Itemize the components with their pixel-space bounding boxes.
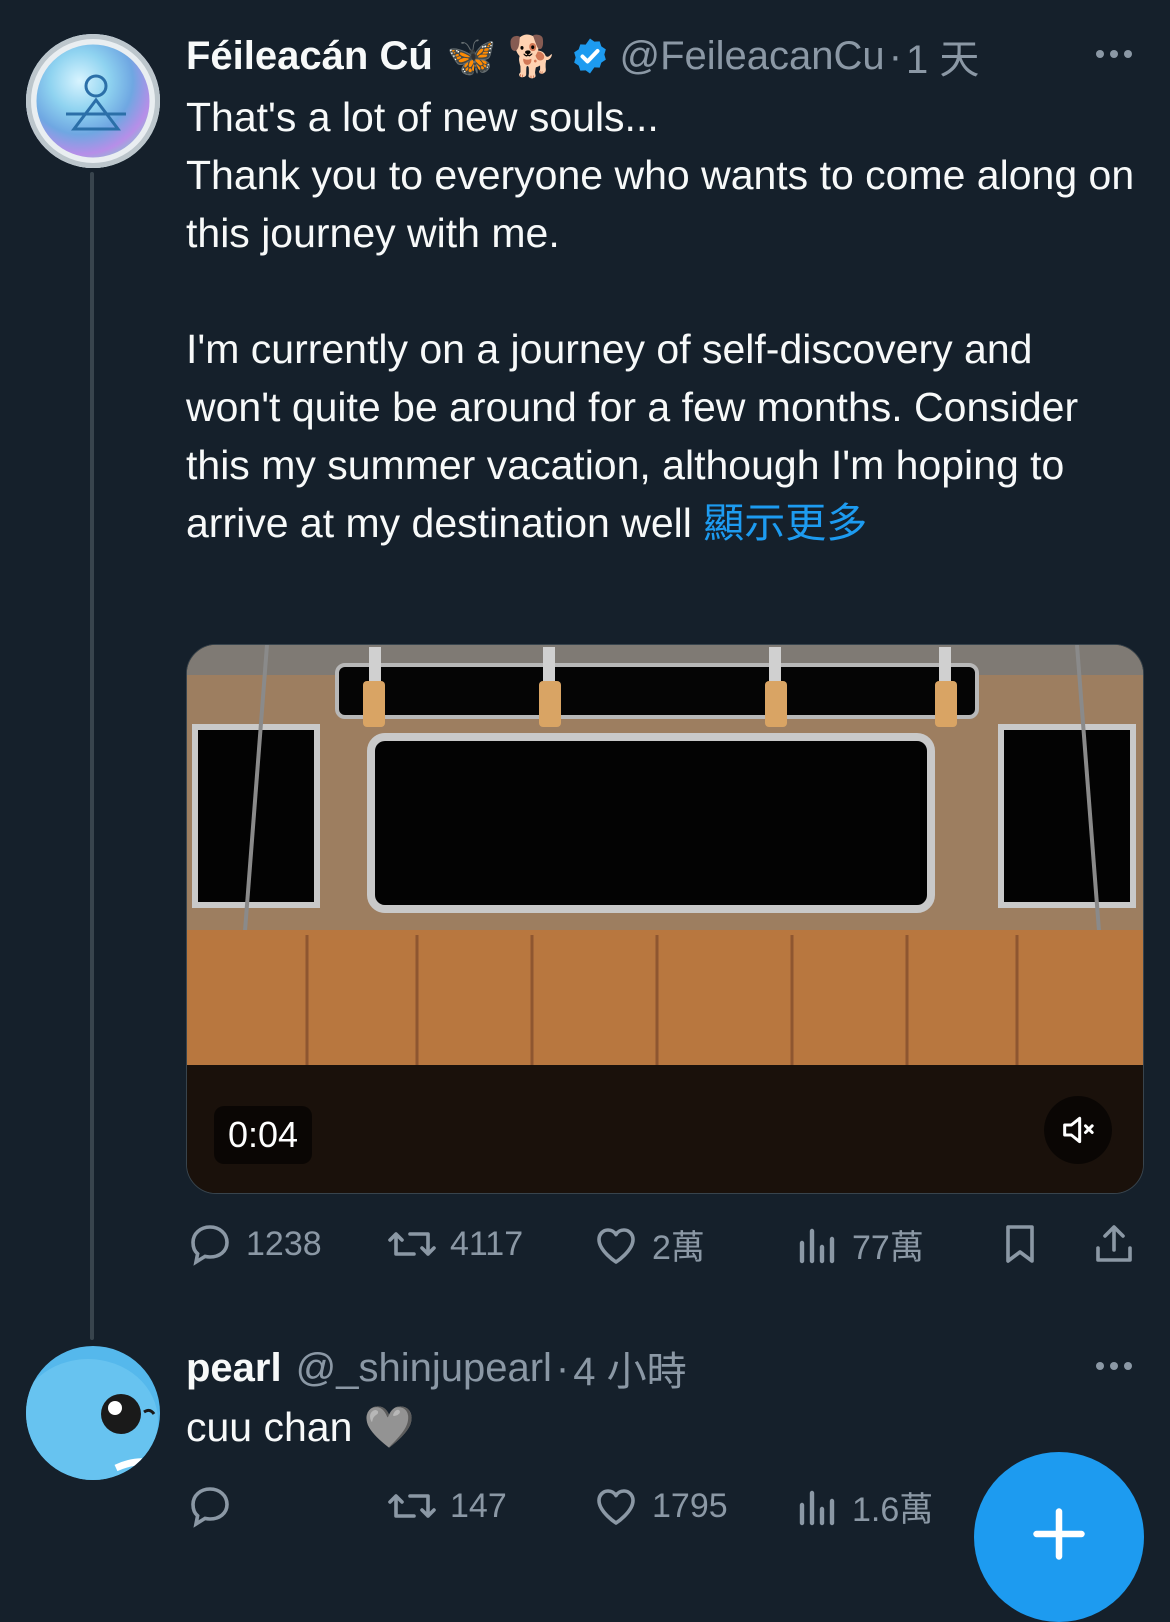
- reply-count: 1238: [246, 1224, 322, 1263]
- verified-icon: [570, 36, 610, 76]
- author-name[interactable]: Féileacán Cú: [186, 34, 433, 79]
- retweet-button[interactable]: 4117: [386, 1220, 523, 1268]
- share-icon[interactable]: [1090, 1220, 1138, 1268]
- reply-text-line: cuu chan 🩶: [186, 1398, 1136, 1456]
- reply-button[interactable]: 1238: [186, 1220, 322, 1268]
- views-count: 77萬: [852, 1229, 924, 1267]
- retweet-icon: [388, 1232, 436, 1256]
- reply-icon: [191, 1225, 229, 1266]
- avatar-character-icon: [26, 1359, 158, 1480]
- mute-icon[interactable]: [1044, 1096, 1112, 1164]
- reply-retweet-button[interactable]: 147: [386, 1482, 507, 1530]
- reply-like-count: 1795: [652, 1486, 728, 1525]
- header-separator: ·: [888, 33, 903, 78]
- reply-author-handle[interactable]: @_shinjupearl: [296, 1346, 552, 1391]
- author-handle[interactable]: @FeileacanCu: [620, 34, 885, 79]
- compose-plus-icon: [1033, 1508, 1085, 1560]
- tweet-text-line: Thank you to everyone who wants to come …: [186, 152, 1135, 256]
- views-icon: [799, 1228, 835, 1263]
- reply-header: pearl @_shinjupearl · 4 小時: [186, 1340, 687, 1396]
- reply-reply-button[interactable]: [186, 1482, 246, 1530]
- tweet-text-paragraph: I'm currently on a journey of self-disco…: [186, 326, 1079, 546]
- tweet-timestamp[interactable]: 1 天: [906, 27, 979, 85]
- grey-heart-emoji: 🩶: [363, 1404, 415, 1450]
- like-icon: [597, 1227, 635, 1264]
- bookmark-icon[interactable]: [996, 1220, 1044, 1268]
- video-player[interactable]: [186, 644, 1144, 1194]
- tweet-header: Féileacán Cú 🦋 🐕 @FeileacanCu · 1 天: [186, 28, 979, 84]
- author-avatar[interactable]: [26, 34, 160, 168]
- views-icon: [799, 1490, 835, 1525]
- reply-author-name[interactable]: pearl: [186, 1346, 282, 1391]
- tweet-body: That's a lot of new souls... Thank you t…: [186, 88, 1136, 552]
- like-button[interactable]: 2萬: [592, 1220, 705, 1269]
- reply-icon: [191, 1487, 229, 1528]
- reply-like-button[interactable]: 1795: [592, 1482, 728, 1530]
- reply-header-separator: ·: [555, 1345, 570, 1390]
- compose-button[interactable]: [974, 1452, 1144, 1622]
- views-button[interactable]: 77萬: [796, 1220, 924, 1269]
- video-duration-badge: 0:04: [214, 1106, 313, 1164]
- like-count: 2萬: [652, 1229, 705, 1267]
- reply-retweet-count: 147: [450, 1486, 507, 1525]
- like-icon: [597, 1489, 635, 1525]
- reply-views-count: 1.6萬: [852, 1491, 934, 1529]
- retweet-count: 4117: [450, 1224, 524, 1263]
- reply-timestamp[interactable]: 4 小時: [573, 1339, 686, 1397]
- reply-more-icon[interactable]: [1096, 1362, 1132, 1370]
- reply-body: cuu chan 🩶: [186, 1398, 1136, 1456]
- more-icon[interactable]: [1096, 50, 1132, 58]
- reply-author-avatar[interactable]: [26, 1346, 160, 1480]
- author-emojis: 🦋 🐕: [446, 34, 558, 79]
- tweet-text-line: I'm currently on a journey of self-disco…: [186, 320, 1136, 552]
- tweet-text-line: That's a lot of new souls...: [186, 94, 659, 140]
- reply-text: cuu chan: [186, 1404, 353, 1450]
- train-interior-illustration: [187, 645, 1143, 1193]
- thread-connector-line: [90, 172, 94, 1340]
- retweet-icon: [388, 1494, 436, 1518]
- show-more-link[interactable]: 顯示更多: [703, 500, 867, 546]
- reply-views-button[interactable]: 1.6萬: [796, 1482, 933, 1531]
- avatar-sigil-icon: [33, 41, 153, 161]
